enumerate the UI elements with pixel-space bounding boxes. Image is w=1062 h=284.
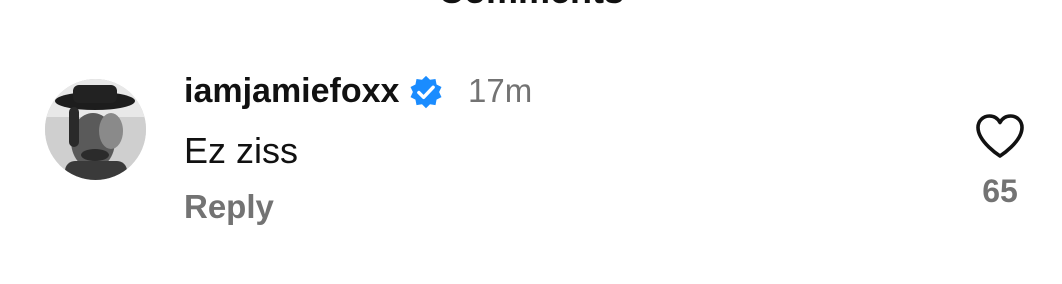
heart-outline-icon[interactable] xyxy=(974,112,1026,160)
verified-badge-icon xyxy=(410,75,442,109)
reply-button[interactable]: Reply xyxy=(184,187,274,227)
comment-username[interactable]: iamjamiefoxx xyxy=(184,71,399,111)
comment-timestamp: 17m xyxy=(468,72,533,109)
comment-text: Ez ziss xyxy=(184,130,299,171)
avatar[interactable] xyxy=(45,79,146,180)
like-count: 65 xyxy=(982,173,1018,209)
comments-header-title: Comments xyxy=(0,0,1062,12)
